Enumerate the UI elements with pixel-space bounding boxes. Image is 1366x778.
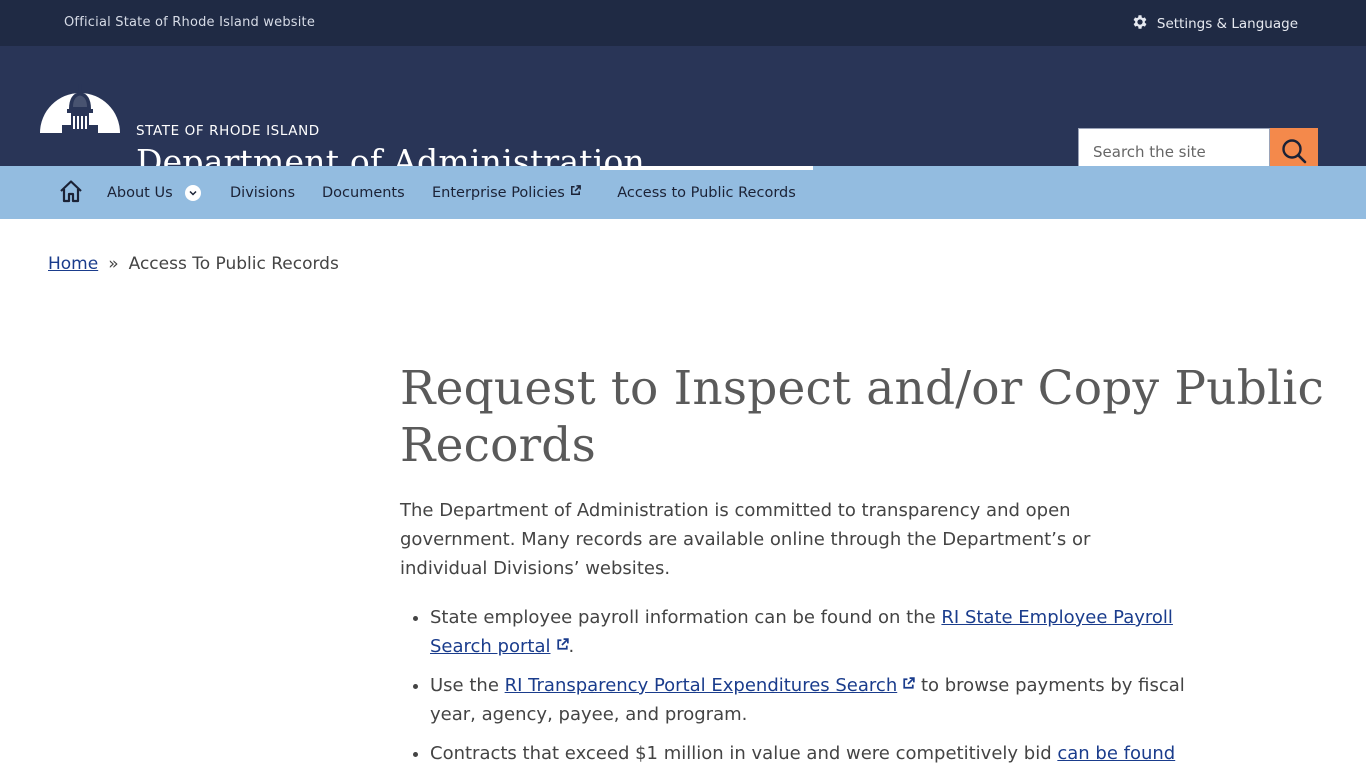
external-link-icon: [555, 632, 569, 650]
intro-paragraph: The Department of Administration is comm…: [400, 500, 1091, 579]
home-icon: [58, 178, 84, 208]
list-item-text: State employee payroll information can b…: [430, 607, 942, 628]
main-navigation: About Us Divisions Documents Enterprise …: [0, 166, 1366, 219]
list-item: Use the RI Transparency Portal Expenditu…: [430, 671, 1230, 729]
search-icon: [1280, 137, 1308, 168]
settings-language-button[interactable]: Settings & Language: [1131, 13, 1298, 35]
breadcrumb-home-link[interactable]: Home: [48, 254, 98, 274]
official-banner: Official State of Rhode Island website S…: [0, 0, 1366, 46]
page-title: Request to Inspect and/or Copy Public Re…: [400, 361, 1324, 473]
nav-home[interactable]: [58, 166, 84, 219]
list-item-text: Contracts that exceed $1 million in valu…: [430, 743, 1058, 764]
nav-access-public-records[interactable]: Access to Public Records: [600, 166, 813, 219]
gear-icon: [1131, 13, 1149, 35]
main-content: Request to Inspect and/or Copy Public Re…: [400, 360, 1330, 778]
site-header: STATE OF RHODE ISLAND Department of Admi…: [0, 46, 1366, 181]
nav-divisions[interactable]: Divisions: [230, 166, 295, 219]
external-link-icon: [901, 671, 915, 689]
transparency-portal-link[interactable]: RI Transparency Portal Expenditures Sear…: [505, 675, 916, 696]
nav-enterprise-policies[interactable]: Enterprise Policies: [432, 166, 582, 219]
records-list: State employee payroll information can b…: [400, 603, 1230, 768]
settings-language-label: Settings & Language: [1156, 16, 1298, 32]
breadcrumb-current: Access To Public Records: [128, 254, 339, 274]
list-item-text: Use the: [430, 675, 505, 696]
external-link-icon: [569, 184, 582, 201]
state-house-logo[interactable]: [40, 79, 120, 133]
list-item: Contracts that exceed $1 million in valu…: [430, 739, 1230, 768]
nav-about-us-label: About Us: [107, 184, 173, 201]
breadcrumb: Home » Access To Public Records: [48, 254, 339, 274]
list-item: State employee payroll information can b…: [430, 603, 1230, 661]
list-item-text: .: [568, 636, 575, 657]
official-site-text: Official State of Rhode Island website: [64, 15, 316, 30]
nav-enterprise-policies-label: Enterprise Policies: [432, 184, 565, 201]
state-name: STATE OF RHODE ISLAND: [136, 123, 320, 139]
chevron-down-icon[interactable]: [184, 184, 201, 201]
transparency-portal-link-label: RI Transparency Portal Expenditures Sear…: [504, 675, 898, 696]
contracts-link[interactable]: can be found: [1057, 743, 1175, 764]
nav-documents[interactable]: Documents: [322, 166, 405, 219]
nav-about-us[interactable]: About Us: [107, 166, 201, 219]
breadcrumb-separator: »: [108, 254, 119, 274]
